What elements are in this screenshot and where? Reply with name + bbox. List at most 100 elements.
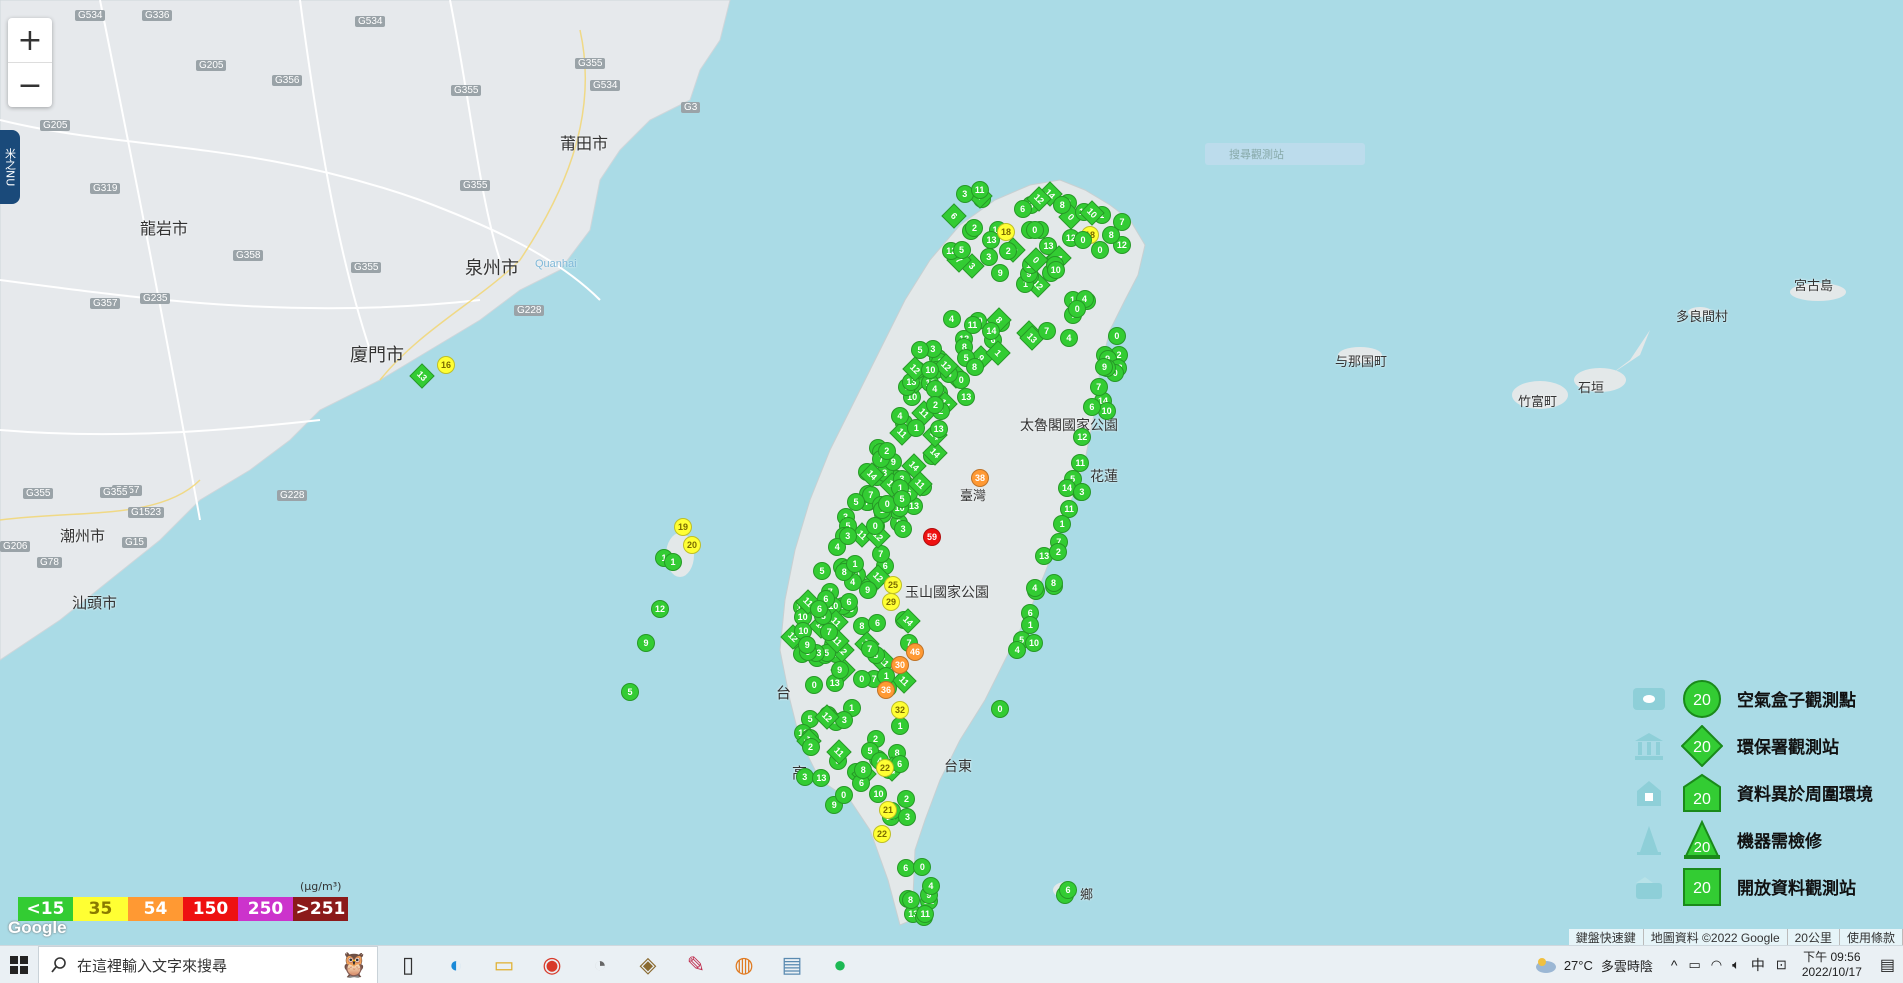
station-marker[interactable]: 30 — [891, 656, 909, 674]
station-marker[interactable]: 10 — [921, 360, 940, 379]
spotify-icon[interactable]: ● — [816, 946, 864, 983]
station-marker[interactable]: 0 — [852, 670, 871, 689]
station-marker[interactable]: 0 — [1068, 299, 1087, 318]
weather-widget[interactable]: 27°C 多雲時陰 — [1534, 956, 1653, 975]
station-marker[interactable]: 6 — [1013, 199, 1032, 218]
ime-indicator[interactable]: 中 — [1751, 955, 1765, 975]
station-marker[interactable]: 1 — [664, 553, 682, 571]
windows-start-button[interactable] — [0, 946, 38, 983]
station-marker[interactable]: 1 — [1053, 514, 1072, 533]
station-marker[interactable]: 29 — [882, 593, 900, 611]
notification-icon[interactable]: ▤ — [1880, 955, 1895, 975]
map-canvas[interactable]: 莆田市 龍岩市 泉州市 Quanhai 廈門市 潮州市 汕頭市 玉山國家公園 太魯閣國家公園 臺灣… — [0, 0, 1903, 983]
station-marker[interactable]: 11 — [963, 315, 982, 334]
station-marker[interactable]: 6 — [1059, 881, 1077, 899]
station-marker[interactable]: 2 — [801, 738, 820, 757]
base-map[interactable] — [0, 0, 1903, 945]
station-marker[interactable]: 59 — [923, 528, 941, 546]
station-marker[interactable]: 22 — [876, 759, 894, 777]
station-marker[interactable]: 12 — [651, 600, 669, 618]
task-view-icon[interactable]: ▯ — [384, 946, 432, 983]
station-marker[interactable]: 8 — [965, 358, 984, 377]
station-marker[interactable]: 7 — [820, 622, 839, 641]
station-marker[interactable]: 3 — [979, 247, 998, 266]
station-marker[interactable]: 8 — [1044, 574, 1063, 592]
chrome-icon[interactable]: ◉ — [528, 946, 576, 983]
road-label: G336 — [142, 10, 173, 21]
station-marker[interactable]: 3 — [1072, 482, 1091, 501]
station-marker[interactable]: 7 — [1037, 322, 1056, 341]
station-marker[interactable]: 4 — [1059, 328, 1078, 347]
station-marker[interactable]: 20 — [683, 536, 701, 554]
station-marker[interactable]: 0 — [1074, 231, 1092, 249]
station-marker[interactable]: 4 — [921, 876, 940, 895]
station-marker[interactable]: 13 — [929, 419, 948, 438]
station-search-overlay[interactable]: 搜尋觀測站 — [1205, 143, 1365, 165]
station-marker[interactable]: 3 — [838, 527, 857, 546]
station-marker[interactable]: 4 — [942, 309, 961, 328]
station-marker[interactable]: 9 — [637, 634, 655, 652]
side-menu-tab[interactable]: 米之NU — [0, 130, 20, 204]
notes-app-icon[interactable]: ▤ — [768, 946, 816, 983]
station-marker[interactable]: 8 — [901, 891, 920, 910]
volume-icon[interactable]: 🔈︎ — [1732, 957, 1740, 973]
station-marker[interactable]: 2 — [926, 395, 945, 414]
owl-app-icon[interactable]: ◈ — [624, 946, 672, 983]
station-marker[interactable]: 0 — [834, 785, 853, 804]
station-marker[interactable]: 9 — [830, 661, 849, 680]
station-marker[interactable]: 22 — [873, 825, 891, 843]
station-marker[interactable]: 36 — [877, 681, 895, 699]
station-marker[interactable]: 5 — [911, 340, 929, 359]
station-marker[interactable]: 4 — [1025, 578, 1044, 597]
chevron-up-icon[interactable]: ^ — [1671, 957, 1678, 973]
station-marker[interactable]: 0 — [990, 699, 1009, 718]
station-marker[interactable]: 11 — [970, 181, 989, 200]
station-marker[interactable]: 1 — [846, 554, 865, 573]
file-explorer-icon[interactable]: ▭ — [480, 946, 528, 983]
taskbar-search-box[interactable]: 在這裡輸入文字來搜尋 🦉 — [38, 946, 378, 983]
station-marker[interactable]: 6 — [1082, 397, 1101, 416]
station-marker[interactable]: 32 — [891, 701, 909, 719]
ime-mode-icon[interactable]: ⊡ — [1776, 957, 1787, 973]
zoom-in-button[interactable]: + — [8, 18, 52, 62]
station-marker[interactable]: 21 — [879, 801, 897, 819]
station-marker[interactable]: 0 — [1107, 327, 1126, 346]
station-marker[interactable]: 0 — [866, 516, 885, 535]
google-logo[interactable]: Google — [8, 918, 67, 938]
station-marker[interactable]: 7 — [1089, 378, 1108, 397]
station-marker[interactable]: 0 — [1091, 241, 1109, 259]
network-icon[interactable]: ▭ — [1688, 957, 1700, 973]
station-marker[interactable]: 46 — [906, 643, 924, 661]
taskbar-clock[interactable]: 下午 09:56 2022/10/17 — [1802, 950, 1862, 980]
station-marker[interactable]: 2 — [1049, 542, 1068, 561]
station-marker[interactable]: 9 — [858, 581, 877, 600]
station-marker[interactable]: 7 — [871, 545, 890, 564]
scale-bar[interactable]: 20公里 — [1788, 929, 1840, 945]
zoom-out-button[interactable]: − — [8, 62, 52, 107]
station-marker[interactable]: 0 — [1025, 221, 1044, 240]
station-marker[interactable]: 16 — [437, 356, 455, 374]
station-marker[interactable]: 19 — [674, 518, 692, 536]
station-marker[interactable]: 6 — [840, 592, 859, 611]
station-marker[interactable]: 2 — [877, 441, 896, 460]
station-marker[interactable]: 18 — [997, 223, 1015, 241]
clock-app-icon[interactable]: ◔ — [576, 946, 624, 983]
station-marker[interactable]: 13 — [812, 768, 831, 787]
edge-icon[interactable]: ◐ — [432, 946, 480, 983]
station-marker[interactable]: 3 — [894, 519, 913, 538]
station-marker[interactable]: 6 — [896, 858, 915, 877]
blender-icon[interactable]: ◍ — [720, 946, 768, 983]
paint-app-icon[interactable]: ✎ — [672, 946, 720, 983]
station-marker[interactable]: 25 — [884, 576, 902, 594]
station-marker[interactable]: 7 — [860, 640, 879, 659]
station-marker[interactable]: 11 — [1071, 453, 1090, 472]
keyboard-shortcuts-link[interactable]: 鍵盤快速鍵 — [1569, 929, 1644, 945]
station-marker[interactable]: 10 — [1046, 260, 1065, 279]
station-marker[interactable]: 5 — [621, 683, 639, 701]
terms-link[interactable]: 使用條款 — [1840, 929, 1903, 945]
station-marker[interactable]: 2 — [999, 241, 1018, 260]
station-marker[interactable]: 5 — [952, 241, 971, 260]
station-marker[interactable]: 38 — [971, 469, 989, 487]
station-marker[interactable]: 8 — [1053, 195, 1072, 214]
wifi-icon[interactable]: ◠ — [1711, 957, 1722, 973]
